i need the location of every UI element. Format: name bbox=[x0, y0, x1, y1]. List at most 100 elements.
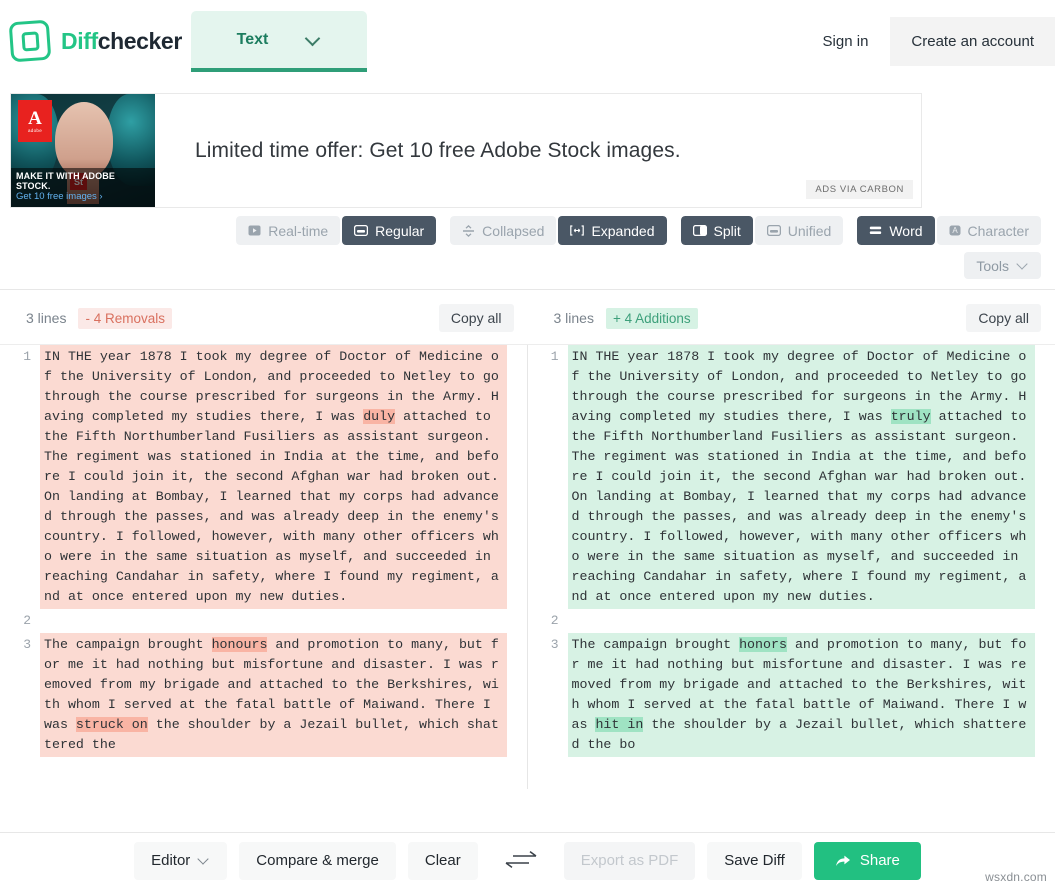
split-button[interactable]: Split bbox=[680, 216, 753, 245]
diff-line-text[interactable] bbox=[40, 609, 507, 633]
diff-row: 1 IN THE year 1878 I took my degree of Do… bbox=[0, 345, 527, 609]
adobe-logo-wordmark: adobe bbox=[27, 128, 42, 133]
copy-all-right-button[interactable]: Copy all bbox=[966, 304, 1041, 332]
split-label: Split bbox=[713, 222, 741, 239]
diff-line-text[interactable] bbox=[568, 609, 1036, 633]
ad-attribution[interactable]: ADS VIA CARBON bbox=[806, 180, 913, 199]
word-diff-icon bbox=[869, 225, 882, 236]
realtime-button[interactable]: Real-time bbox=[236, 216, 341, 245]
diff-word-highlight: duly bbox=[363, 409, 396, 424]
removals-badge: - 4 Removals bbox=[78, 307, 172, 329]
expand-icon bbox=[570, 225, 585, 236]
unified-view-icon bbox=[766, 225, 781, 236]
ad-creative-caption: MAKE IT WITH ADOBE STOCK. Get 10 free im… bbox=[11, 168, 155, 207]
left-line-count: 3 lines bbox=[26, 310, 67, 326]
right-line-count: 3 lines bbox=[553, 310, 594, 326]
expanded-label: Expanded bbox=[591, 222, 655, 239]
split-view-icon bbox=[692, 225, 707, 236]
diff-options-toolbar: Real-time Regular Collapsed Expanded Spl… bbox=[0, 216, 1055, 290]
chevron-down-icon bbox=[306, 32, 321, 47]
tools-label: Tools bbox=[976, 257, 1009, 274]
segment-granularity-mode: Word A Character bbox=[857, 216, 1041, 245]
share-label: Share bbox=[859, 852, 900, 869]
share-arrow-icon bbox=[835, 854, 851, 868]
diff-word-highlight: honours bbox=[211, 637, 268, 652]
diff-row: 2 bbox=[0, 609, 527, 633]
create-account-button[interactable]: Create an account bbox=[890, 17, 1055, 66]
unified-label: Unified bbox=[787, 222, 832, 239]
ad-banner[interactable]: A adobe St MAKE IT WITH ADOBE STOCK. Get… bbox=[10, 93, 922, 208]
word-label: Word bbox=[889, 222, 923, 239]
swap-arrows-icon bbox=[504, 850, 538, 871]
diff-line-text[interactable]: The campaign brought honors and promotio… bbox=[567, 633, 1035, 757]
brand[interactable]: Diffchecker bbox=[8, 19, 182, 63]
bottom-action-bar: Editor Compare & merge Clear Export as P… bbox=[0, 832, 1055, 888]
realtime-label: Real-time bbox=[268, 222, 329, 239]
save-diff-button[interactable]: Save Diff bbox=[707, 841, 802, 880]
app-header: Diffchecker Text Sign in Create an accou… bbox=[0, 0, 1055, 82]
line-number: 2 bbox=[23, 613, 31, 628]
copy-all-left-button[interactable]: Copy all bbox=[438, 304, 514, 332]
logo-inner-shape bbox=[20, 30, 40, 52]
sign-in-button[interactable]: Sign in bbox=[800, 17, 891, 66]
diff-line-text[interactable]: IN THE year 1878 I took my degree of Doc… bbox=[567, 345, 1035, 609]
line-number: 1 bbox=[23, 349, 31, 364]
brand-name-second: checker bbox=[97, 27, 183, 54]
toolbar-segments-row: Real-time Regular Collapsed Expanded Spl… bbox=[14, 216, 1041, 245]
diff-word-highlight: struck on bbox=[75, 717, 148, 732]
diff-pane-right[interactable]: 1 IN THE year 1878 I took my degree of Do… bbox=[527, 345, 1055, 789]
swap-sides-button[interactable] bbox=[490, 850, 552, 871]
segment-context-mode: Collapsed Expanded bbox=[450, 216, 667, 245]
diff-row: 2 bbox=[528, 609, 1055, 633]
chevron-down-icon bbox=[1018, 260, 1029, 271]
window-icon bbox=[354, 225, 369, 236]
diff-type-selector[interactable]: Text bbox=[191, 11, 367, 72]
segment-update-mode: Real-time Regular bbox=[236, 216, 437, 245]
header-actions: Sign in Create an account bbox=[800, 17, 1055, 66]
collapsed-button[interactable]: Collapsed bbox=[450, 216, 557, 245]
diff-line-text[interactable]: The campaign brought honours and promoti… bbox=[40, 633, 507, 757]
diff-word-highlight: truly bbox=[890, 409, 931, 424]
diff-word-highlight: honors bbox=[739, 637, 787, 652]
additions-badge: + 4 Additions bbox=[605, 307, 698, 329]
ad-creative-image[interactable]: A adobe St MAKE IT WITH ADOBE STOCK. Get… bbox=[11, 94, 155, 207]
diff-line-text[interactable]: IN THE year 1878 I took my degree of Doc… bbox=[40, 345, 507, 609]
diff-type-label: Text bbox=[236, 30, 269, 48]
diffchecker-logo-icon bbox=[8, 19, 52, 63]
compare-merge-button[interactable]: Compare & merge bbox=[239, 841, 396, 880]
regular-button[interactable]: Regular bbox=[342, 216, 437, 245]
adobe-logo-icon: A adobe bbox=[18, 100, 52, 142]
unified-button[interactable]: Unified bbox=[754, 216, 844, 245]
diff-row: 1 IN THE year 1878 I took my degree of Do… bbox=[528, 345, 1055, 609]
ad-creative-caption-line1: MAKE IT WITH ADOBE STOCK. bbox=[16, 171, 115, 191]
diffchecker-app: Diffchecker Text Sign in Create an accou… bbox=[0, 0, 1055, 888]
character-diff-icon: A bbox=[949, 225, 961, 236]
diff-pane-left[interactable]: 1 IN THE year 1878 I took my degree of Do… bbox=[0, 345, 528, 789]
segment-layout-mode: Split Unified bbox=[680, 216, 844, 245]
editor-button[interactable]: Editor bbox=[134, 841, 228, 880]
character-button[interactable]: A Character bbox=[936, 216, 1041, 245]
ad-creative-face bbox=[55, 102, 113, 178]
editor-label: Editor bbox=[151, 852, 191, 869]
diff-stats-bar: 3 lines - 4 Removals Copy all 3 lines + … bbox=[0, 290, 1055, 344]
play-box-icon bbox=[248, 225, 261, 236]
share-button[interactable]: Share bbox=[813, 841, 921, 880]
collapsed-label: Collapsed bbox=[482, 222, 545, 239]
diff-stats-left: 3 lines - 4 Removals Copy all bbox=[0, 304, 528, 332]
line-number: 3 bbox=[550, 637, 559, 652]
brand-name-first: Diff bbox=[61, 27, 98, 54]
diff-stats-right: 3 lines + 4 Additions Copy all bbox=[528, 304, 1055, 332]
tools-button[interactable]: Tools bbox=[964, 252, 1041, 279]
expanded-button[interactable]: Expanded bbox=[558, 216, 667, 245]
export-pdf-button[interactable]: Export as PDF bbox=[563, 841, 696, 880]
collapse-icon bbox=[462, 224, 475, 237]
diff-panes: 1 IN THE year 1878 I took my degree of Do… bbox=[0, 344, 1055, 789]
word-button[interactable]: Word bbox=[857, 216, 935, 245]
ad-creative-caption-line2[interactable]: Get 10 free images › bbox=[16, 191, 150, 202]
diff-row: 3 The campaign brought honours and promot… bbox=[0, 633, 527, 757]
regular-label: Regular bbox=[375, 222, 425, 239]
brand-name: Diffchecker bbox=[61, 28, 182, 55]
clear-button[interactable]: Clear bbox=[407, 841, 478, 880]
line-number: 1 bbox=[550, 349, 559, 364]
adobe-logo-letter: A bbox=[28, 108, 42, 129]
